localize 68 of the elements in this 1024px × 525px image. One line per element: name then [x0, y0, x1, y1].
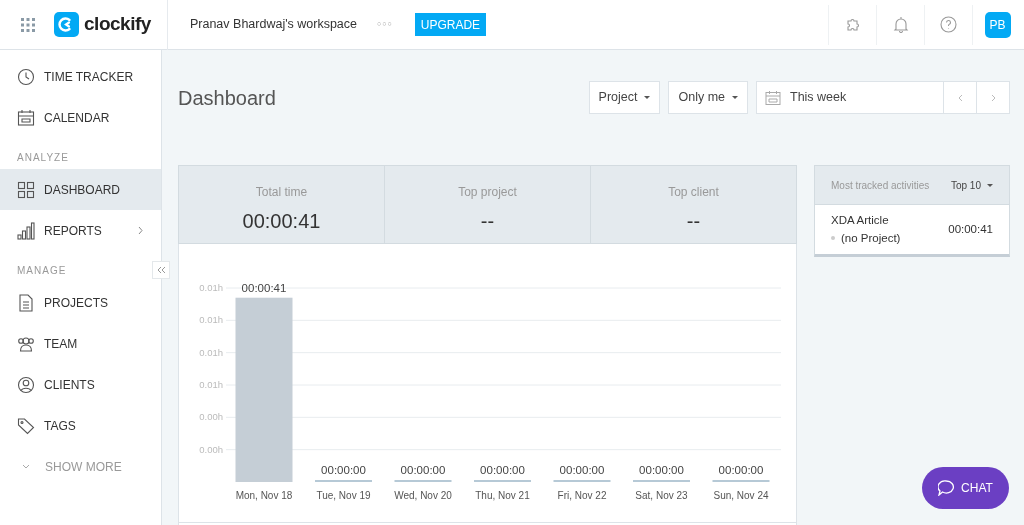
x-axis-label: Sat, Nov 23 [635, 490, 688, 501]
grid-icon [17, 180, 35, 199]
x-axis-label: Sun, Nov 24 [713, 490, 769, 501]
chevron-down-icon [22, 464, 30, 469]
people-icon [17, 334, 35, 353]
chevron-right-icon [990, 93, 996, 102]
apps-grid-icon[interactable] [21, 17, 35, 32]
bar-value-label: 00:00:41 [241, 281, 287, 294]
clock-icon [17, 67, 35, 86]
chevron-right-icon [138, 226, 143, 235]
x-axis-label: Mon, Nov 18 [235, 490, 293, 501]
activity-project: (no Project) [841, 230, 901, 246]
tag-icon [17, 416, 35, 435]
workspace-name[interactable]: Pranav Bhardwaj's workspace [189, 15, 358, 34]
filter-dropdown[interactable]: Project [588, 81, 661, 114]
bell-icon[interactable] [892, 16, 909, 33]
y-tick-label: 0.01h [199, 346, 223, 358]
filter-dropdown[interactable]: Only me [668, 81, 748, 114]
page-title: Dashboard [178, 85, 276, 111]
bar-value-label: 00:00:00 [639, 464, 684, 476]
bar-value-label: 00:00:00 [559, 464, 605, 476]
x-axis-label: Thu, Nov 21 [475, 490, 530, 501]
caret-icon [987, 183, 993, 187]
puzzle-icon[interactable] [844, 16, 861, 33]
y-tick-label: 0.00h [199, 443, 223, 455]
stat-value: -- [480, 209, 495, 234]
stat-label: Total time [255, 184, 308, 201]
section-heading: MANAGE [16, 264, 68, 278]
x-axis-label: Fri, Nov 22 [557, 490, 607, 501]
stat-value: -- [686, 209, 701, 234]
activity-name: XDA Article [831, 213, 890, 229]
x-axis-label: Tue, Nov 19 [316, 490, 371, 501]
y-tick-label: 0.00h [199, 411, 223, 423]
dot-icon [831, 236, 835, 241]
y-tick-label: 0.01h [199, 314, 223, 326]
user-circle-icon [17, 375, 35, 394]
bar-value-label: 00:00:00 [480, 464, 525, 476]
x-axis-label: Wed, Nov 20 [394, 490, 452, 501]
double-chevron-left-icon [156, 266, 166, 274]
previous-button[interactable] [944, 81, 977, 114]
logo-icon [54, 12, 79, 37]
stat-label: Top client [668, 184, 719, 201]
calendar-icon [765, 89, 781, 106]
collapse-sidebar-button[interactable] [152, 261, 170, 279]
bar-value-label: 00:00:00 [718, 464, 764, 476]
document-icon [17, 293, 35, 312]
chat-bubble-icon [938, 480, 956, 496]
y-tick-label: 0.01h [199, 282, 223, 293]
panel-title: Most tracked activities [831, 178, 930, 193]
calendar-icon [17, 108, 35, 127]
chevron-left-icon [957, 93, 963, 102]
nav-item[interactable]: DASHBOARD [0, 169, 161, 210]
bar-value-label: 00:00:00 [321, 464, 366, 476]
chat-button[interactable]: CHAT [922, 467, 1009, 509]
next-button[interactable] [977, 81, 1010, 114]
date-range-picker[interactable]: This week [756, 81, 944, 114]
help-icon[interactable] [940, 16, 957, 33]
caret-icon [644, 96, 651, 99]
logo-text: clockify [84, 12, 151, 37]
top-dropdown[interactable]: Top 10 [950, 177, 993, 193]
stat-value: 00:00:41 [242, 209, 321, 234]
stat-label: Top project [458, 184, 517, 201]
section-heading: ANALYZE [16, 151, 70, 165]
activity-time: 00:00:41 [948, 221, 993, 237]
y-tick-label: 0.01h [199, 379, 223, 390]
bar-value-label: 00:00:00 [400, 464, 446, 476]
bar-chart-icon [17, 221, 35, 240]
caret-icon [732, 96, 738, 99]
